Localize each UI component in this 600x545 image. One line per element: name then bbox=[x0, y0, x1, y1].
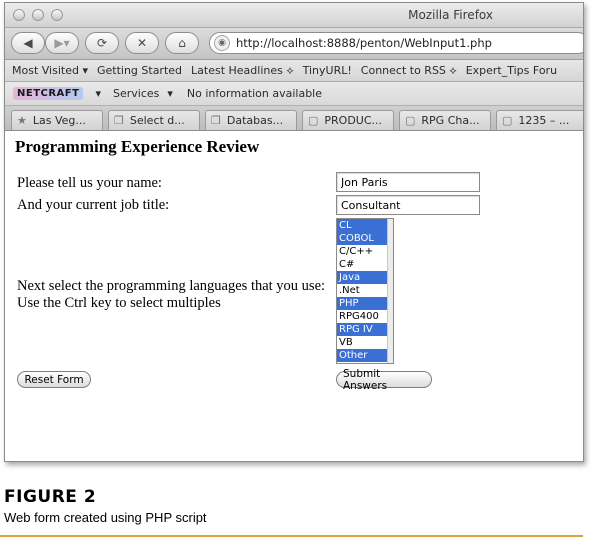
tab-label: Databas... bbox=[226, 114, 284, 127]
bookmark-item[interactable]: Connect to RSS ⟡ bbox=[361, 64, 457, 78]
language-option[interactable]: COBOL bbox=[337, 232, 387, 245]
url-text: http://localhost:8888/penton/WebInput1.p… bbox=[236, 36, 492, 50]
window-title: Mozilla Firefox bbox=[408, 8, 493, 22]
job-title-input[interactable] bbox=[336, 195, 480, 215]
language-option[interactable]: CL bbox=[337, 219, 387, 232]
tab-1235[interactable]: ▢ 1235 – ... bbox=[496, 110, 583, 130]
tab-label: RPG Cha... bbox=[421, 114, 480, 127]
services-menu[interactable]: Services bbox=[113, 87, 159, 100]
forward-button[interactable]: ▶▾ bbox=[45, 32, 79, 54]
home-icon: ⌂ bbox=[178, 36, 186, 50]
title-bar: Mozilla Firefox bbox=[5, 3, 583, 28]
stop-icon: ✕ bbox=[136, 36, 148, 50]
reset-form-button[interactable]: Reset Form bbox=[17, 371, 91, 388]
language-option[interactable]: Java bbox=[337, 271, 387, 284]
navigation-toolbar: ◀ ▶▾ ⟳ ✕ ⌂ ◉ http://localhost:8888/pento… bbox=[5, 28, 583, 60]
services-menu-icon[interactable]: ▾ bbox=[167, 87, 173, 100]
site-identity-icon[interactable]: ◉ bbox=[214, 35, 230, 51]
doc-icon: ▢ bbox=[502, 114, 513, 127]
submit-answers-button[interactable]: Submit Answers bbox=[336, 368, 432, 392]
bookmarks-toolbar: Most Visited ▾ Getting Started Latest He… bbox=[5, 60, 583, 82]
language-option[interactable]: PHP bbox=[337, 297, 387, 310]
tab-select[interactable]: ❐ Select d... bbox=[108, 110, 200, 130]
page-title: Programming Experience Review bbox=[15, 137, 260, 156]
page-icon: ❐ bbox=[211, 114, 221, 127]
bookmark-item[interactable]: Expert_Tips Foru bbox=[466, 64, 557, 77]
bookmark-item[interactable]: Most Visited ▾ bbox=[12, 64, 88, 77]
reload-button[interactable]: ⟳ bbox=[85, 32, 119, 54]
listbox-scrollbar[interactable] bbox=[387, 219, 393, 363]
ctrl-hint-label: Use the Ctrl key to select multiples bbox=[17, 295, 221, 311]
languages-label: Next select the programming languages th… bbox=[17, 278, 326, 294]
language-option[interactable]: .Net bbox=[337, 284, 387, 297]
figure-title: FIGURE 2 bbox=[4, 487, 97, 507]
doc-icon: ▢ bbox=[405, 114, 416, 127]
home-button[interactable]: ⌂ bbox=[165, 32, 199, 54]
tab-product[interactable]: ▢ PRODUC... bbox=[302, 110, 394, 130]
tab-label: 1235 – ... bbox=[518, 114, 570, 127]
bookmark-item[interactable]: Latest Headlines ⟡ bbox=[191, 64, 294, 78]
name-label: Please tell us your name: bbox=[17, 175, 162, 191]
tab-label: Select d... bbox=[129, 114, 185, 127]
tab-label: PRODUC... bbox=[324, 114, 383, 127]
forward-arrow-icon: ▶▾ bbox=[54, 36, 70, 50]
language-option[interactable]: Other bbox=[337, 349, 387, 362]
language-option[interactable]: C# bbox=[337, 258, 387, 271]
page-icon: ❐ bbox=[114, 114, 124, 127]
languages-options: CL COBOL C/C++ C# Java .Net PHP RPG400 RPG IV VB O… bbox=[337, 219, 393, 362]
netcraft-toolbar: NETCRAFT ▾ Services ▾ No information ava… bbox=[5, 82, 583, 106]
tab-label: Las Veg... bbox=[32, 114, 86, 127]
language-option[interactable]: C/C++ bbox=[337, 245, 387, 258]
caption-divider bbox=[0, 535, 583, 537]
language-option[interactable]: VB bbox=[337, 336, 387, 349]
language-option[interactable]: RPG IV bbox=[337, 323, 387, 336]
netcraft-menu-icon[interactable]: ▾ bbox=[95, 87, 101, 100]
stop-button[interactable]: ✕ bbox=[125, 32, 159, 54]
reload-icon: ⟳ bbox=[96, 36, 108, 50]
tab-bar: ★ Las Veg... ❐ Select d... ❐ Databas... … bbox=[5, 106, 583, 131]
figure-caption: Web form created using PHP script bbox=[4, 510, 207, 525]
bookmark-item[interactable]: Getting Started bbox=[97, 64, 182, 77]
tab-las-vegas[interactable]: ★ Las Veg... bbox=[11, 110, 103, 130]
languages-listbox[interactable]: CL COBOL C/C++ C# Java .Net PHP RPG400 RPG IV VB O… bbox=[336, 218, 394, 364]
browser-window: Mozilla Firefox ◀ ▶▾ ⟳ ✕ ⌂ ◉ http://loca… bbox=[4, 2, 584, 462]
doc-icon: ▢ bbox=[308, 114, 319, 127]
job-title-label: And your current job title: bbox=[17, 197, 170, 213]
star-icon: ★ bbox=[17, 114, 27, 127]
tab-rpg[interactable]: ▢ RPG Cha... bbox=[399, 110, 491, 130]
back-button[interactable]: ◀ bbox=[11, 32, 45, 54]
language-option[interactable]: RPG400 bbox=[337, 310, 387, 323]
netcraft-logo[interactable]: NETCRAFT bbox=[13, 87, 84, 100]
address-bar[interactable]: ◉ http://localhost:8888/penton/WebInput1… bbox=[209, 32, 583, 54]
name-input[interactable] bbox=[336, 172, 480, 192]
tab-database[interactable]: ❐ Databas... bbox=[205, 110, 297, 130]
site-info-text: No information available bbox=[186, 87, 322, 100]
page-content: Programming Experience Review Please tel… bbox=[5, 131, 583, 440]
bookmark-item[interactable]: TinyURL! bbox=[303, 64, 352, 77]
back-arrow-icon: ◀ bbox=[23, 36, 33, 50]
